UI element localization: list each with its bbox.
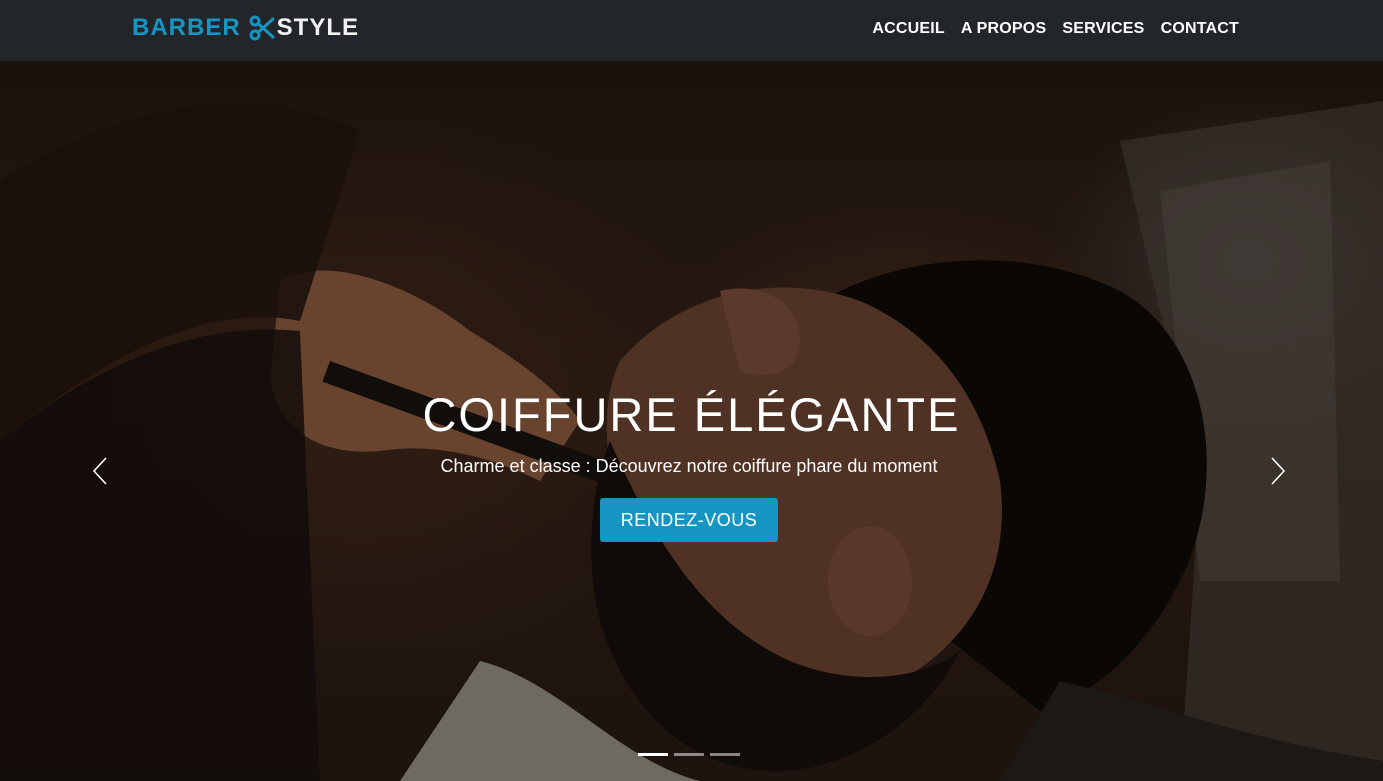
- nav-link-accueil[interactable]: ACCUEIL: [872, 18, 945, 40]
- appointment-button[interactable]: RENDEZ-VOUS: [600, 498, 778, 542]
- brand-name-part2: STYLE: [276, 14, 360, 41]
- carousel-indicator-1[interactable]: [638, 753, 668, 756]
- brand-name-part1: BARBER: [132, 14, 241, 41]
- main-nav: ACCUEIL A PROPOS SERVICES CONTACT: [872, 18, 1239, 40]
- carousel-prev-button[interactable]: [85, 454, 115, 488]
- carousel-next-button[interactable]: [1263, 454, 1293, 488]
- page: BARBER STYLE ACCUEIL A PROPOS SERVICES C…: [0, 0, 1383, 781]
- navbar: BARBER STYLE ACCUEIL A PROPOS SERVICES C…: [0, 0, 1383, 61]
- hero-carousel: COIFFURE ÉLÉGANTE Charme et classe : Déc…: [0, 61, 1383, 781]
- nav-link-contact[interactable]: CONTACT: [1161, 18, 1239, 40]
- chevron-left-icon: [92, 457, 107, 485]
- brand-logo[interactable]: BARBER STYLE: [132, 14, 359, 42]
- carousel-indicator-3[interactable]: [710, 753, 740, 756]
- hero-title: COIFFURE ÉLÉGANTE: [422, 388, 961, 441]
- nav-link-a-propos[interactable]: A PROPOS: [961, 18, 1046, 40]
- scissors-icon: [249, 15, 275, 41]
- chevron-right-icon: [1271, 457, 1286, 485]
- hero-subtitle: Charme et classe : Découvrez notre coiff…: [440, 456, 938, 476]
- carousel-indicators: [638, 753, 740, 756]
- carousel-indicator-2[interactable]: [674, 753, 704, 756]
- nav-link-services[interactable]: SERVICES: [1062, 18, 1144, 40]
